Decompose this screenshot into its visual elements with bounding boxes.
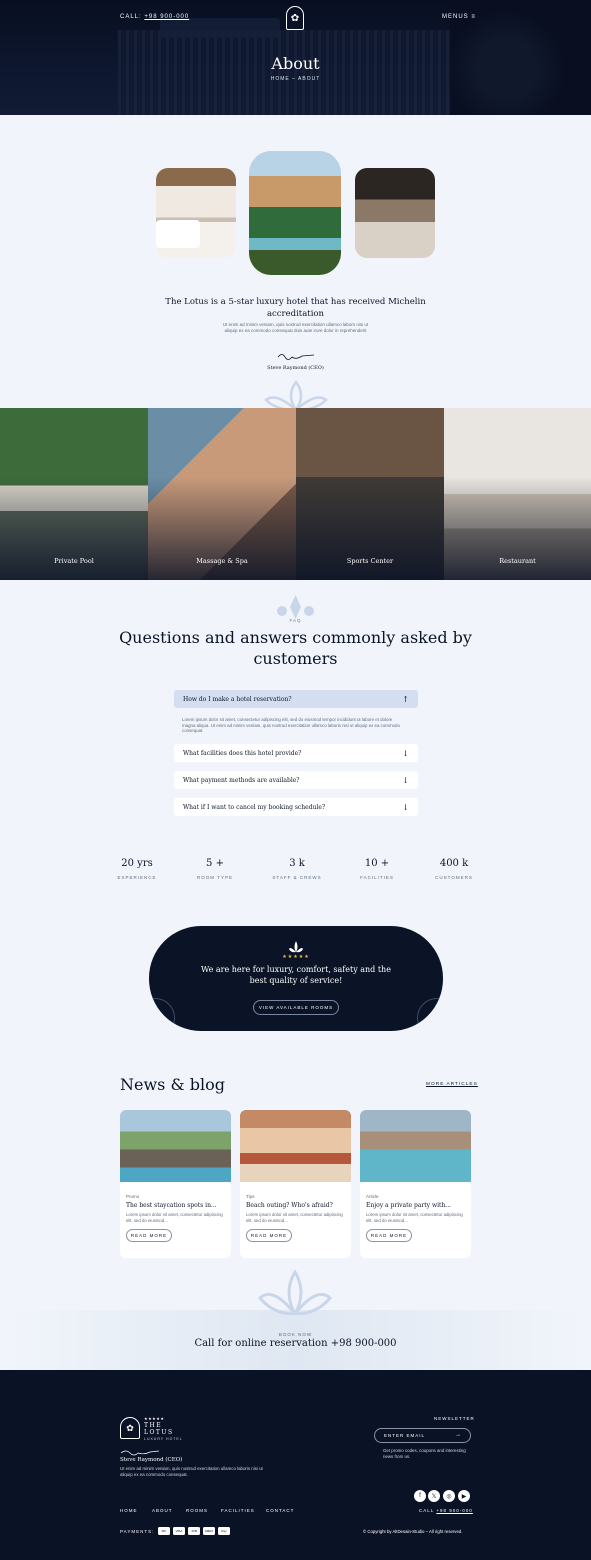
signature-image [277,354,315,360]
footer-nav-home[interactable]: HOME [120,1508,138,1513]
blog-image [360,1110,471,1182]
footer-nav-facilities[interactable]: FACILITIES [221,1508,255,1513]
service-restaurant[interactable]: Restaurant [444,408,591,580]
room-photo [156,168,236,258]
stat-experience: 20 yrs EXPERIENCE [117,858,157,880]
arrow-down-icon: ↓ [402,802,409,812]
stat-room-type: 5 + ROOM TYPE [197,858,233,880]
instagram-icon[interactable]: ◎ [443,1490,455,1502]
faq-item[interactable]: How do I make a hotel reservation? ↑ [174,690,418,708]
blog-image [120,1110,231,1182]
amex-icon: AMEX [203,1527,215,1535]
youtube-icon[interactable]: ▶ [458,1490,470,1502]
payments-label: PAYMENTS: [120,1529,155,1534]
faq-item[interactable]: What facilities does this hotel provide?… [174,744,418,762]
news-title: News & blog [120,1075,226,1094]
signature-image [120,1450,160,1456]
blog-card[interactable]: Article Enjoy a private party with... Lo… [360,1110,471,1258]
faq-title: Questions and answers commonly asked by … [119,628,472,668]
breadcrumb[interactable]: HOME – ABOUT [0,76,591,82]
x-twitter-icon[interactable]: 𝕏 [428,1490,440,1502]
visa-icon: VISA [173,1527,185,1535]
about-text: Ut enim ad minim veniam, quis nostrud ex… [222,322,369,333]
more-articles-link[interactable]: MORE ARTICLES [426,1082,478,1087]
footer-call[interactable]: CALL +98 900-000 [419,1508,473,1513]
footer [0,1370,591,1560]
apple-pay-icon: Pay [218,1527,230,1535]
arrow-down-icon: ↓ [402,748,409,758]
faq-item[interactable]: What if I want to cancel my booking sche… [174,798,418,816]
hamburger-icon: ≡ [471,14,476,20]
cta-text: We are here for luxury, comfort, safety … [201,965,391,985]
blog-card[interactable]: Tips Beach outing? Who's afraid? Lorem i… [240,1110,351,1258]
book-call-text[interactable]: Call for online reservation +98 900-000 [0,1338,591,1349]
blog-card[interactable]: Promo The best staycation spots in... Lo… [120,1110,231,1258]
footer-nav-rooms[interactable]: ROOMS [186,1508,208,1513]
footer-description: Ut enim ad minim veniam, quis nostrud ex… [120,1466,263,1477]
arrow-up-icon: ↑ [402,694,409,704]
faq-tag: FAQ [289,618,302,623]
lounge-photo [355,168,435,258]
footer-nav-contact[interactable]: CONTACT [266,1508,294,1513]
stat-customers: 400 k CUSTOMERS [435,858,473,880]
lotus-decoration-icon [257,1270,333,1315]
facebook-icon[interactable]: f [414,1490,426,1502]
newsletter-email-input[interactable]: ENTER EMAIL → [374,1428,471,1443]
courtyard-photo [249,151,341,275]
lotus-decoration-icon [264,380,328,410]
page-title: About [271,54,320,73]
arrow-down-icon: ↓ [402,775,409,785]
read-more-button[interactable]: READ MORE [366,1229,412,1242]
blog-image [240,1110,351,1182]
service-sports-center[interactable]: Sports Center [296,408,444,580]
footer-stars: ★★★★★ [144,1416,165,1421]
read-more-button[interactable]: READ MORE [246,1229,292,1242]
cta-banner: ★★★★★ We are here for luxury, comfort, s… [149,926,443,1031]
copyright: © Copyright by AltDesain-Studio – All ri… [363,1529,463,1534]
read-more-button[interactable]: READ MORE [126,1229,172,1242]
stat-facilities: 10 + FACILITIES [360,858,394,880]
about-heading: The Lotus is a 5-star luxury hotel that … [165,297,426,319]
service-massage-spa[interactable]: Massage & Spa [148,408,296,580]
mastercard-icon: MC [158,1527,170,1535]
lotus-logo-icon[interactable]: ✿ [120,1417,140,1439]
rating-stars: ★★★★★ [282,954,310,960]
arrow-right-icon[interactable]: → [455,1432,462,1438]
stat-staff: 3 k STAFF & CREWS [272,858,322,880]
ceo-name: Steve Raymond (CEO) [267,365,324,371]
newsletter-label: NEWSLETTER [434,1416,475,1421]
jcb-icon: JCB [188,1527,200,1535]
lotus-icon [289,941,303,953]
menus-button[interactable]: MENUS ≡ [442,14,476,20]
footer-brand-sub: LUXURY HOTEL [144,1437,183,1441]
book-now-tag: BOOK NOW [278,1332,313,1337]
faq-item[interactable]: What payment methods are available? ↓ [174,771,418,789]
lotus-logo-icon[interactable]: ✿ [286,6,304,30]
service-private-pool[interactable]: Private Pool [0,408,148,580]
header-call[interactable]: CALL: +98 900-000 [120,14,189,20]
footer-brand: THE LOTUS [144,1422,174,1436]
view-rooms-button[interactable]: VIEW AVAILABLE ROOMS [253,1000,339,1015]
faq-answer: Lorem ipsum dolor sit amet, consectetur … [182,717,400,734]
newsletter-promo-text: Get promo codes, coupons and interesting… [383,1448,466,1459]
footer-nav-about[interactable]: ABOUT [152,1508,173,1513]
footer-ceo-name: Steve Raymond (CEO) [120,1457,183,1463]
